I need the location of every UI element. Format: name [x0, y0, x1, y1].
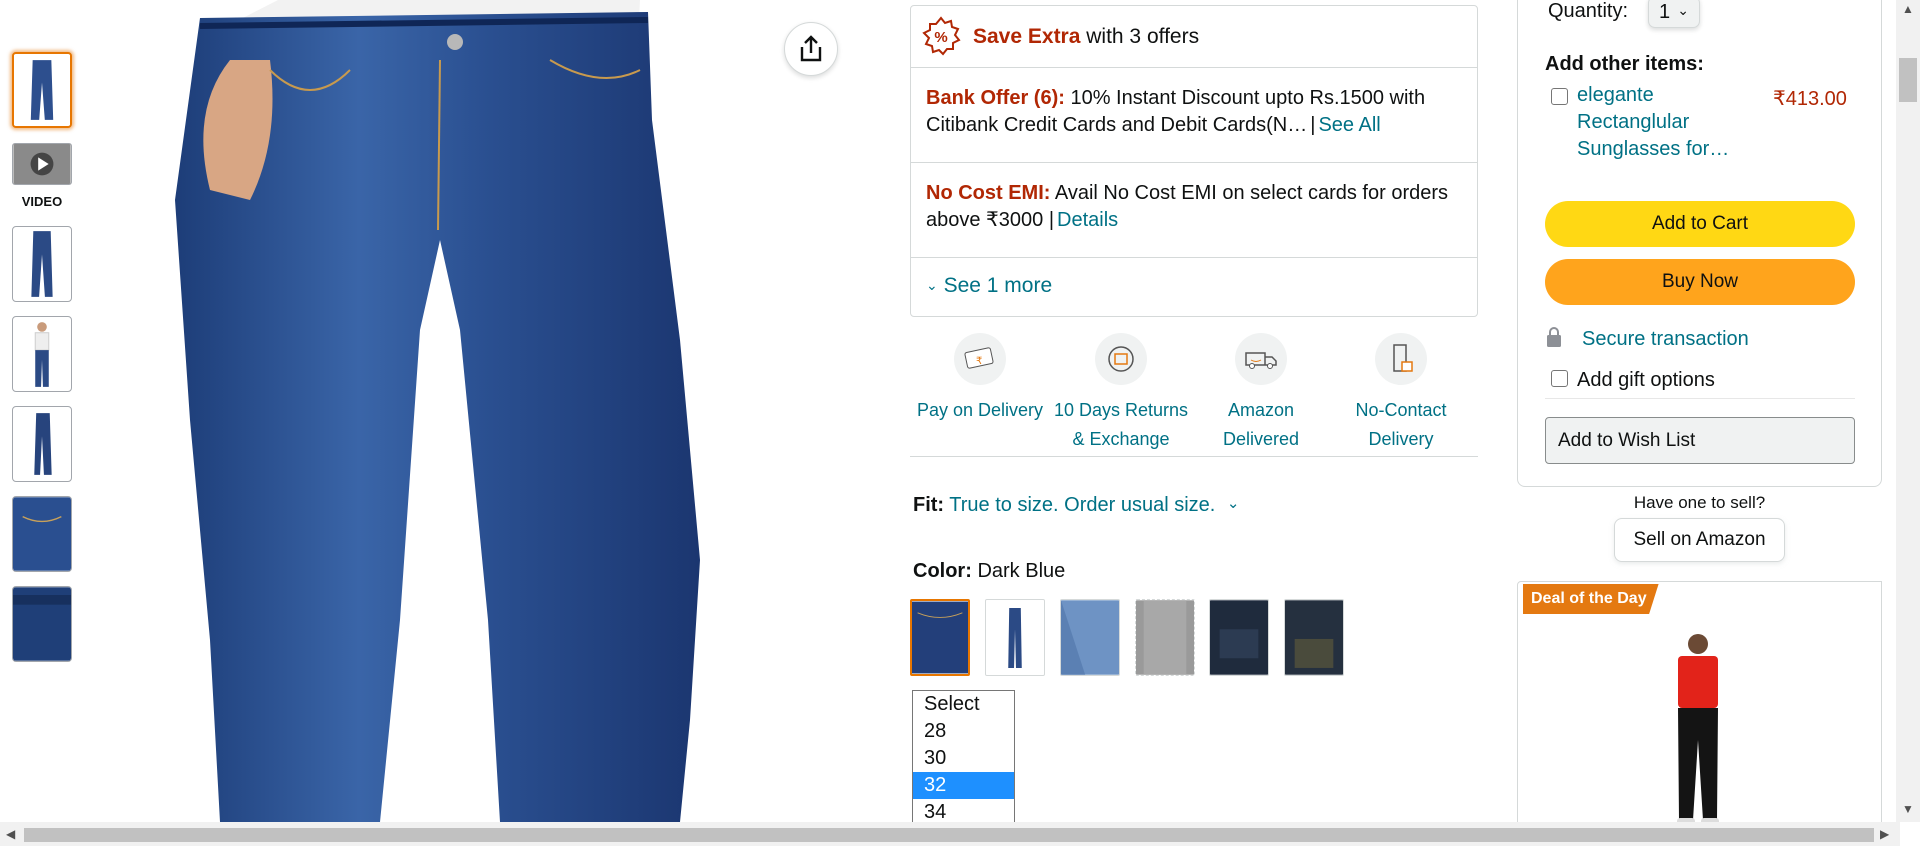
share-icon: [800, 35, 822, 62]
feature-no-contact[interactable]: No-Contact Delivery: [1331, 333, 1471, 454]
feature-label: No-Contact: [1355, 400, 1447, 420]
save-extra-text: Save Extra with 3 offers: [973, 25, 1199, 49]
model-image: [34, 322, 50, 387]
emi-row[interactable]: No Cost EMI: Avail No Cost EMI on select…: [911, 163, 1477, 258]
scroll-left-icon[interactable]: ◀: [6, 827, 15, 841]
horizontal-scrollbar-thumb[interactable]: [24, 828, 1874, 842]
color-swatch-dark-blue[interactable]: [910, 599, 970, 676]
svg-text:₹: ₹: [976, 356, 982, 367]
scroll-right-icon[interactable]: ▶: [1880, 827, 1889, 841]
feature-label-2: & Exchange: [1072, 429, 1170, 449]
returns-icon: [1095, 333, 1147, 385]
save-extra-label: Save Extra: [973, 25, 1081, 48]
jeans-side-image: [34, 413, 52, 475]
thumbnail-1[interactable]: [12, 52, 72, 128]
save-extra-suffix: with 3 offers: [1080, 25, 1200, 48]
see-more-label: See 1 more: [943, 274, 1053, 297]
color-label: Color:: [913, 560, 972, 582]
play-icon: [13, 144, 71, 184]
jeans-full-image: [31, 231, 53, 297]
quantity-label: Quantity:: [1548, 0, 1629, 22]
buy-now-button[interactable]: Buy Now: [1545, 259, 1855, 305]
fit-value: True to size. Order usual size.: [949, 494, 1216, 516]
secure-transaction-link[interactable]: Secure transaction: [1582, 328, 1749, 351]
size-option-32[interactable]: 32: [913, 772, 1014, 799]
color-info: Color: Dark Blue: [913, 560, 1065, 583]
offers-box: % Save Extra with 3 offers Bank Offer (6…: [910, 5, 1478, 317]
gift-checkbox[interactable]: [1551, 370, 1568, 387]
divider: [1545, 398, 1855, 399]
share-button[interactable]: [784, 22, 838, 76]
pay-on-delivery-icon: ₹: [954, 333, 1006, 385]
fit-info[interactable]: Fit: True to size. Order usual size. ⌄: [913, 494, 1239, 517]
feature-returns[interactable]: 10 Days Returns & Exchange: [1051, 333, 1191, 454]
thumbnail-3[interactable]: [12, 226, 72, 302]
video-thumbnail[interactable]: [12, 143, 72, 185]
color-value: Dark Blue: [977, 560, 1066, 582]
add-to-cart-button[interactable]: Add to Cart: [1545, 201, 1855, 247]
see-all-link[interactable]: See All: [1318, 114, 1380, 136]
divider: [910, 456, 1478, 457]
denim-closeup-image: [13, 497, 71, 571]
color-swatch-4[interactable]: [1135, 599, 1195, 676]
offer-badge-icon: %: [922, 16, 961, 56]
delivery-truck-icon: [1235, 333, 1287, 385]
scroll-up-icon[interactable]: ▲: [1902, 2, 1914, 16]
quantity-select[interactable]: 1 ⌄: [1648, 0, 1700, 28]
color-swatch-3[interactable]: [1060, 599, 1120, 676]
gift-options-label[interactable]: Add gift options: [1577, 369, 1715, 392]
color-swatch-6[interactable]: [1284, 599, 1344, 676]
vertical-scrollbar[interactable]: [1896, 0, 1920, 822]
color-swatch-2[interactable]: [985, 599, 1045, 676]
scroll-down-icon[interactable]: ▼: [1902, 802, 1914, 816]
chevron-down-icon: ⌄: [1226, 495, 1240, 512]
size-option-28[interactable]: 28: [913, 718, 1014, 745]
svg-text:%: %: [934, 29, 947, 46]
door-icon: [1375, 333, 1427, 385]
deal-of-the-day-card[interactable]: [1517, 581, 1882, 846]
addon-product-link[interactable]: elegante Rectanglular Sunglasses for…: [1577, 82, 1757, 163]
jeans-thumbnail-image: [14, 54, 70, 126]
bank-offer-title: Bank Offer (6):: [926, 87, 1065, 109]
lock-icon: [1547, 327, 1561, 347]
fit-label: Fit:: [913, 494, 945, 516]
color-swatch-5[interactable]: [1209, 599, 1269, 676]
deal-product-image: [1677, 634, 1719, 826]
vertical-scrollbar-thumb[interactable]: [1899, 58, 1917, 102]
save-extra-row: % Save Extra with 3 offers: [911, 6, 1477, 68]
video-label: VIDEO: [21, 194, 63, 209]
feature-pay-on-delivery[interactable]: ₹ Pay on Delivery: [910, 333, 1050, 425]
emi-text: No Cost EMI: Avail No Cost EMI on select…: [926, 182, 1449, 231]
denim-pocket-image: [13, 587, 71, 661]
add-to-wish-list-button[interactable]: Add to Wish List: [1545, 417, 1855, 464]
bank-offer-row[interactable]: Bank Offer (6): 10% Instant Discount upt…: [911, 68, 1477, 163]
jeans-main-image: [175, 0, 700, 822]
feature-label: Pay on Delivery: [916, 400, 1044, 420]
deal-of-the-day-badge: Deal of the Day: [1523, 584, 1659, 614]
feature-label: Amazon: [1227, 400, 1295, 420]
feature-label-2: Delivery: [1368, 429, 1434, 449]
size-option-select[interactable]: Select: [913, 691, 1014, 718]
sell-on-amazon-button[interactable]: Sell on Amazon: [1614, 518, 1785, 562]
feature-amazon-delivered[interactable]: Amazon Delivered: [1191, 333, 1331, 454]
thumbnail-4[interactable]: [12, 316, 72, 392]
feature-label: 10 Days Returns: [1053, 400, 1189, 420]
emi-title: No Cost EMI:: [926, 182, 1051, 204]
see-more-link[interactable]: ⌄ See 1 more: [926, 274, 1052, 298]
addon-price: ₹413.00: [1773, 88, 1847, 110]
quantity-value: 1: [1659, 1, 1671, 23]
main-product-image[interactable]: [170, 0, 710, 822]
chevron-down-icon: ⌄: [926, 277, 938, 293]
have-one-to-sell-text: Have one to sell?: [1633, 493, 1766, 512]
thumbnail-6[interactable]: [12, 496, 72, 572]
feature-label-2: Delivered: [1222, 429, 1300, 449]
thumbnail-7[interactable]: [12, 586, 72, 662]
bank-offer-text: Bank Offer (6): 10% Instant Discount upt…: [926, 87, 1426, 136]
thumbnail-5[interactable]: [12, 406, 72, 482]
addon-checkbox[interactable]: [1551, 88, 1568, 105]
chevron-down-icon: ⌄: [1677, 2, 1689, 18]
add-other-items-heading: Add other items:: [1545, 53, 1704, 75]
size-option-30[interactable]: 30: [913, 745, 1014, 772]
details-link[interactable]: Details: [1057, 209, 1118, 231]
